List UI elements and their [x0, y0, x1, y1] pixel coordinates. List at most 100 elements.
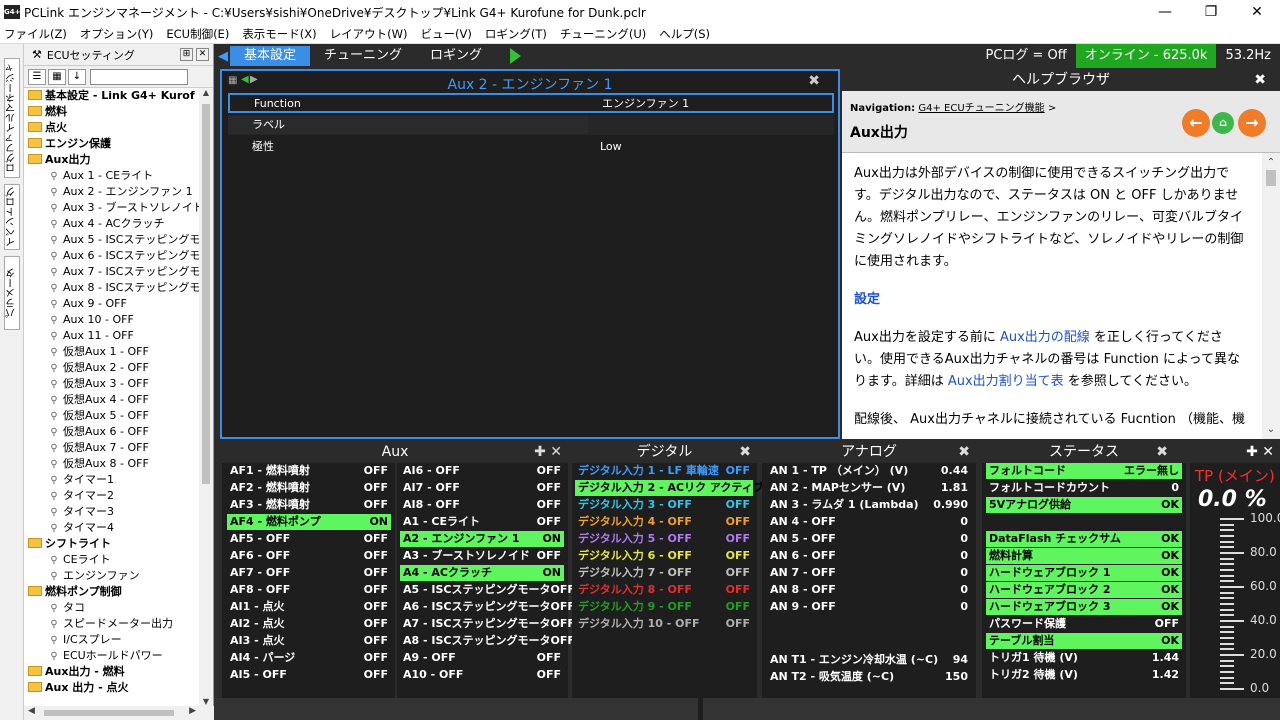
status-row[interactable]: フォルトコード エラー無し — [986, 463, 1182, 479]
analog-temp-row[interactable]: AN T1 - エンジン冷却水温 (~C) 94 — [767, 652, 971, 668]
scroll-left-icon[interactable]: ◀ — [28, 706, 35, 716]
aux-row[interactable]: AI3 - 点火 OFF — [227, 633, 391, 649]
aux-row[interactable]: A7 - ISCステッピングモータ OFF — [400, 616, 575, 632]
tree-folder[interactable]: シフトライト — [24, 536, 200, 552]
menu-file[interactable]: ファイル(Z) — [4, 26, 67, 42]
tree-item[interactable]: ⚲ Aux 8 - ISCステッピングモ — [24, 280, 200, 296]
analog-row[interactable]: AN 6 - OFF 0 — [767, 548, 971, 564]
tree-folder[interactable]: Aux 出力 - 点火 — [24, 680, 200, 696]
help-scroll-thumb[interactable] — [1266, 170, 1276, 186]
menu-display-mode[interactable]: 表示モード(X) — [242, 26, 316, 42]
menu-ecu-control[interactable]: ECU制御(E) — [166, 26, 229, 42]
polarity-value[interactable]: Low — [588, 140, 622, 153]
help-scrollbar[interactable]: ⌃ ⌄ — [1262, 153, 1280, 439]
status-row[interactable]: ハードウェアブロック 2 OK — [986, 582, 1182, 598]
status-row[interactable]: 5Vアナログ供給 OK — [986, 497, 1182, 513]
tab-tuning[interactable]: チューニング — [310, 46, 416, 66]
help-close-icon[interactable]: ✖ — [1254, 69, 1266, 91]
help-scroll-up-icon[interactable]: ⌃ — [1262, 157, 1280, 168]
tabs-left-arrow-icon[interactable]: ◀ — [218, 49, 228, 64]
aux-row[interactable]: AF3 - 燃料噴射 OFF — [227, 497, 391, 513]
tree-item[interactable]: ⚲ ECUホールドパワー — [24, 648, 200, 664]
side-tab-log-manager[interactable]: ログファイルマネージャ — [4, 58, 20, 178]
analog-row[interactable]: AN 1 - TP （メイン） (V) 0.44 — [767, 463, 971, 479]
nav-link[interactable]: G4+ ECUチューニング機能 — [918, 103, 1044, 114]
menu-view[interactable]: ビュー(V) — [421, 26, 472, 42]
menu-tuning[interactable]: チューニング(U) — [560, 26, 646, 42]
analog-panel-close-icon[interactable]: ✖ — [958, 441, 970, 463]
tree-item[interactable]: ⚲ スピードメーター出力 — [24, 616, 200, 632]
analog-row[interactable]: AN 8 - OFF 0 — [767, 582, 971, 598]
digital-row[interactable]: デジタル入力 2 - ACリク アクティブ — [575, 480, 764, 496]
scroll-down-icon[interactable]: ▼ — [199, 697, 213, 706]
aux-row[interactable]: AI6 - OFF OFF — [400, 463, 564, 479]
tree-item[interactable]: ⚲ Aux 2 - エンジンファン 1 — [24, 184, 200, 200]
scroll-right-icon[interactable]: ▶ — [189, 706, 196, 716]
analog-row[interactable]: AN 3 - ラムダ 1 (Lambda) 0.990 — [767, 497, 971, 513]
side-tab-event-log[interactable]: イベントログ — [4, 184, 20, 250]
tree-item[interactable]: ⚲ I/Cスプレー — [24, 632, 200, 648]
tree-item[interactable]: ⚲ Aux 10 - OFF — [24, 312, 200, 328]
tree-scroll-thumb[interactable] — [202, 104, 210, 484]
aux-row[interactable]: A2 - エンジンファン 1 ON — [400, 531, 564, 547]
aux-row[interactable]: A6 - ISCステッピングモータ OFF — [400, 599, 575, 615]
aux-row[interactable]: AI4 - パージ OFF — [227, 650, 391, 666]
help-scroll-down-icon[interactable]: ⌄ — [1262, 424, 1280, 435]
tree-folder[interactable]: 点火 — [24, 120, 200, 136]
tree-item[interactable]: ⚲ 仮想Aux 2 - OFF — [24, 360, 200, 376]
status-panel-close-icon[interactable]: ✖ — [1156, 441, 1168, 463]
panel-close-icon[interactable]: ✕ — [196, 48, 209, 61]
tree-horizontal-scrollbar[interactable]: ◀ ▶ — [24, 706, 214, 720]
analog-temp-row[interactable]: AN T2 - 吸気温度 (~C) 150 — [767, 669, 971, 685]
menu-logging[interactable]: ロギング(T) — [485, 26, 547, 42]
tree-vertical-scrollbar[interactable]: ▲ ▼ — [199, 88, 213, 706]
tree-item[interactable]: ⚲ Aux 7 - ISCステッピングモ — [24, 264, 200, 280]
aux-row[interactable]: AI8 - OFF OFF — [400, 497, 564, 513]
digital-row[interactable]: デジタル入力 1 - LF 車輪速 OFF — [575, 463, 753, 479]
tree-item[interactable]: ⚲ エンジンファン — [24, 568, 200, 584]
tree-item[interactable]: ⚲ Aux 3 - ブーストソレノイド — [24, 200, 200, 216]
aux-row[interactable]: AF5 - OFF OFF — [227, 531, 391, 547]
tree-item[interactable]: ⚲ 仮想Aux 5 - OFF — [24, 408, 200, 424]
menu-options[interactable]: オプション(Y) — [80, 26, 154, 42]
aux-row[interactable]: AF8 - OFF OFF — [227, 582, 391, 598]
tree-item[interactable]: ⚲ Aux 1 - CEライト — [24, 168, 200, 184]
digital-row[interactable]: デジタル入力 3 - OFF OFF — [575, 497, 753, 513]
tab-logging[interactable]: ロギング — [416, 46, 496, 66]
tree-folder[interactable]: Aux出力 — [24, 152, 200, 168]
aux-row[interactable]: A1 - CEライト OFF — [400, 514, 564, 530]
aux-panel-close-icon[interactable]: ✚ ✕ — [534, 441, 562, 463]
editor-close-icon[interactable]: ✖ — [808, 73, 820, 89]
analog-row[interactable]: AN 9 - OFF 0 — [767, 599, 971, 615]
analog-row[interactable]: AN 2 - MAPセンサー (V) 1.81 — [767, 480, 971, 496]
aux-row[interactable]: A8 - ISCステッピングモータ OFF — [400, 633, 575, 649]
sort-az-icon[interactable]: ↓ — [68, 68, 86, 85]
aux-row[interactable]: AI5 - OFF OFF — [227, 667, 391, 683]
menu-layout[interactable]: レイアウト(W) — [330, 26, 408, 42]
aux-row[interactable]: AF6 - OFF OFF — [227, 548, 391, 564]
digital-row[interactable]: デジタル入力 5 - OFF OFF — [575, 531, 753, 547]
aux-row[interactable]: A4 - ACクラッチ ON — [400, 565, 564, 581]
tree-item[interactable]: ⚲ タイマー4 — [24, 520, 200, 536]
tree-item[interactable]: ⚲ タイマー3 — [24, 504, 200, 520]
polarity-row[interactable]: 極性 Low — [228, 136, 834, 156]
aux-row[interactable]: AF1 - 燃料噴射 OFF — [227, 463, 391, 479]
home-icon[interactable]: ⌂ — [1212, 112, 1234, 134]
status-row[interactable]: DataFlash チェックサム OK — [986, 531, 1182, 547]
back-arrow-icon[interactable]: ← — [1182, 109, 1210, 137]
status-row[interactable]: パスワード保護 OFF — [986, 616, 1182, 632]
tree-item[interactable]: ⚲ Aux 6 - ISCステッピングモ — [24, 248, 200, 264]
function-row[interactable]: Function エンジンファン 1 — [228, 93, 834, 113]
aux-row[interactable]: AI7 - OFF OFF — [400, 480, 564, 496]
aux-row[interactable]: AF7 - OFF OFF — [227, 565, 391, 581]
tree-item[interactable]: ⚲ タイマー1 — [24, 472, 200, 488]
digital-row[interactable]: デジタル入力 10 - OFF OFF — [575, 616, 753, 632]
gauge-close-icon[interactable]: ✚ ✕ — [1246, 444, 1274, 460]
aux-row[interactable]: AF2 - 燃料噴射 OFF — [227, 480, 391, 496]
digital-row[interactable]: デジタル入力 4 - OFF OFF — [575, 514, 753, 530]
aux-row[interactable]: A3 - ブーストソレノイド OFF — [400, 548, 564, 564]
pin-icon[interactable]: ⊞ — [180, 48, 193, 61]
tree-item[interactable]: ⚲ 仮想Aux 4 - OFF — [24, 392, 200, 408]
tree-item[interactable]: ⚲ 仮想Aux 7 - OFF — [24, 440, 200, 456]
tree-folder[interactable]: 燃料 — [24, 104, 200, 120]
